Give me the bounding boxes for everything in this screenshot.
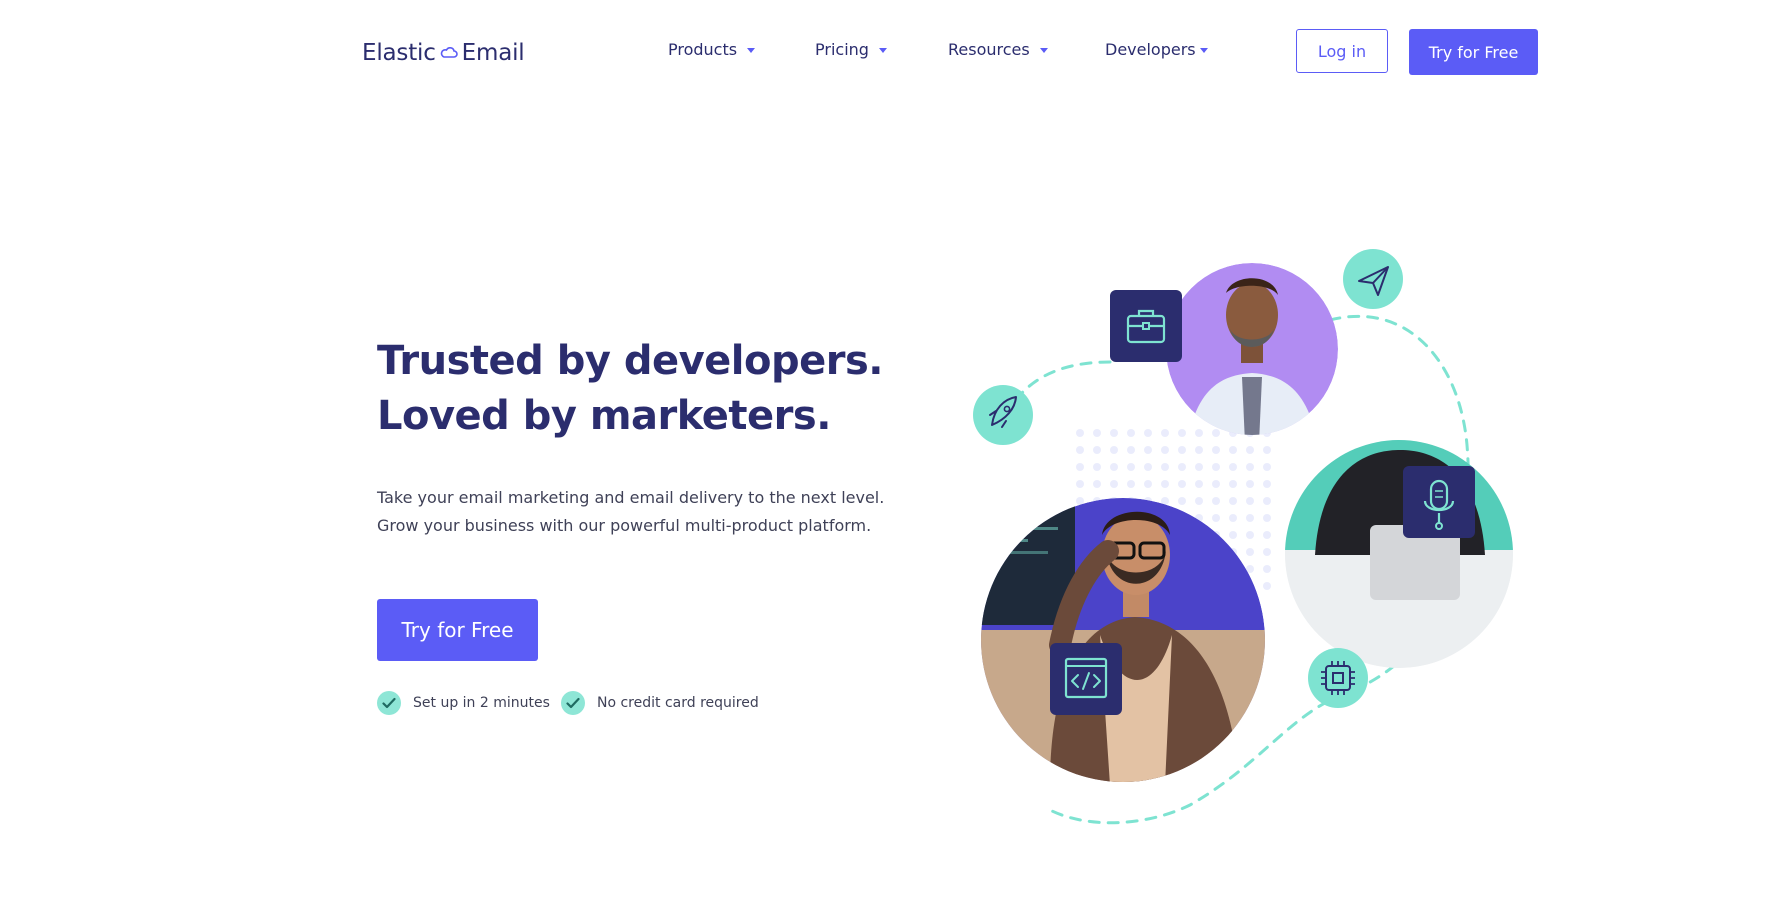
nav-resources-label: Resources <box>948 40 1030 59</box>
login-button[interactable]: Log in <box>1296 29 1388 73</box>
rocket-badge <box>973 385 1033 445</box>
nav-products[interactable]: Products <box>668 40 756 59</box>
hero-illustration <box>973 249 1513 825</box>
hero-headline-line1: Trusted by developers. <box>377 338 884 384</box>
hero-subtitle: Take your email marketing and email deli… <box>377 484 884 540</box>
checkmark-icon <box>561 691 585 715</box>
chip-badge <box>1308 648 1368 708</box>
try-for-free-nav-button[interactable]: Try for Free <box>1409 29 1538 75</box>
no-card-check-item: No credit card required <box>561 691 759 715</box>
cloud-icon <box>440 47 458 58</box>
chevron-down-icon <box>1039 48 1048 53</box>
chevron-down-icon <box>878 48 887 53</box>
chevron-down-icon <box>1199 48 1208 53</box>
briefcase-tile <box>1110 290 1182 362</box>
chevron-down-icon <box>747 48 756 53</box>
paper-plane-badge <box>1343 249 1403 309</box>
code-window-tile <box>1050 643 1122 715</box>
hero-headline-line2: Loved by marketers. <box>377 393 831 439</box>
nav-pricing[interactable]: Pricing <box>815 40 887 59</box>
nav-products-label: Products <box>668 40 738 59</box>
setup-check-label: Set up in 2 minutes <box>413 695 550 711</box>
setup-check-item: Set up in 2 minutes <box>377 691 550 715</box>
no-card-check-label: No credit card required <box>597 695 759 711</box>
hero-headline: Trusted by developers. Loved by marketer… <box>377 334 884 444</box>
hero-subtitle-line2: Grow your business with our powerful mul… <box>377 516 872 535</box>
try-for-free-hero-button[interactable]: Try for Free <box>377 599 538 661</box>
elastic-email-logo[interactable]: Elastic Email <box>362 40 525 66</box>
logo-text-right: Email <box>461 40 525 66</box>
nav-pricing-label: Pricing <box>815 40 869 59</box>
nav-developers-label: Developers <box>1105 40 1196 59</box>
nav-developers[interactable]: Developers <box>1105 40 1208 59</box>
nav-resources[interactable]: Resources <box>948 40 1048 59</box>
checkmark-icon <box>377 691 401 715</box>
microphone-tile <box>1403 466 1475 538</box>
hero-subtitle-line1: Take your email marketing and email deli… <box>377 488 885 507</box>
logo-text-left: Elastic <box>362 40 436 66</box>
